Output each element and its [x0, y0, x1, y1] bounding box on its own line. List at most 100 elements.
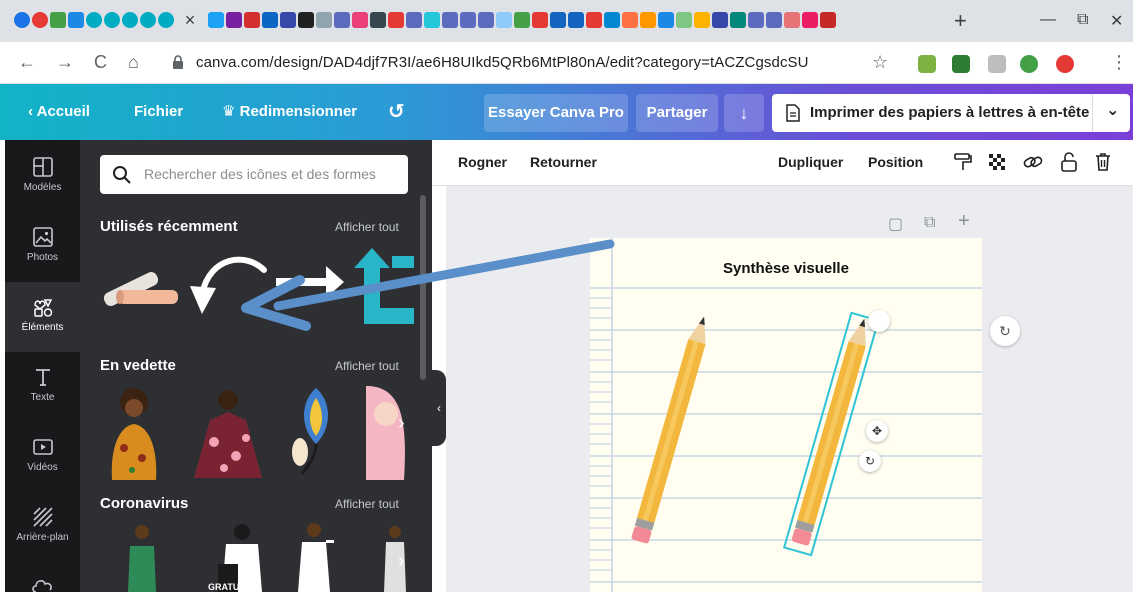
tab-favicon[interactable] — [478, 12, 494, 28]
tab-favicon[interactable] — [658, 12, 674, 28]
tab-favicon[interactable] — [424, 12, 440, 28]
rail-item-elements[interactable]: Éléments — [5, 282, 80, 352]
print-letterhead-button[interactable]: Imprimer des papiers à lettres à en-tête… — [772, 94, 1130, 132]
add-page-icon[interactable]: + — [958, 210, 970, 233]
restore-window-button[interactable]: ⧉ — [1077, 11, 1088, 29]
duplicate-page-icon[interactable]: ⧉ — [924, 214, 935, 232]
new-tab-button[interactable]: + — [954, 8, 967, 34]
tab-favicon[interactable] — [496, 12, 512, 28]
rail-item-background[interactable]: Arrière-plan — [5, 492, 80, 562]
chevron-right-icon[interactable]: › — [398, 412, 405, 435]
show-all-coronavirus-link[interactable]: Afficher tout — [335, 497, 399, 511]
file-menu-button[interactable]: Fichier — [134, 84, 183, 140]
chevron-right-icon[interactable]: › — [398, 550, 405, 573]
show-all-recent-link[interactable]: Afficher tout — [335, 220, 399, 234]
trash-icon[interactable] — [1092, 151, 1114, 173]
collapse-panel-button[interactable]: ‹ — [432, 370, 446, 446]
url-text[interactable]: canva.com/design/DAD4djf7R3I/ae6H8UIkd5Q… — [196, 54, 809, 71]
tab-favicon[interactable] — [316, 12, 332, 28]
tab-favicon[interactable] — [550, 12, 566, 28]
flower-thumbnail[interactable] — [286, 388, 346, 474]
cloud-icon[interactable] — [31, 578, 55, 592]
close-tab-icon[interactable]: × — [182, 11, 198, 29]
tab-favicon[interactable] — [604, 12, 620, 28]
tab-favicon[interactable] — [122, 12, 138, 28]
crop-button[interactable]: Rogner — [458, 154, 507, 170]
home-link[interactable]: ‹ Accueil — [28, 84, 90, 140]
tab-favicon[interactable] — [50, 12, 66, 28]
extension-icon[interactable] — [988, 55, 1006, 73]
tab-favicon[interactable] — [442, 12, 458, 28]
rail-item-photos[interactable]: Photos — [5, 212, 80, 282]
download-button[interactable]: ↓ — [724, 94, 764, 132]
tab-favicon[interactable] — [532, 12, 548, 28]
minimize-window-button[interactable]: — — [1040, 11, 1056, 29]
tab-favicon[interactable] — [226, 12, 242, 28]
tab-favicon[interactable] — [820, 12, 836, 28]
tab-favicon[interactable] — [694, 12, 710, 28]
nurse-thumbnail[interactable] — [124, 524, 160, 592]
duplicate-button[interactable]: Dupliquer — [778, 154, 843, 170]
tab-favicon[interactable] — [406, 12, 422, 28]
tab-favicon[interactable] — [32, 12, 48, 28]
tab-favicon[interactable] — [280, 12, 296, 28]
tab-favicon[interactable] — [748, 12, 764, 28]
search-input[interactable]: Rechercher des icônes et des formes — [100, 155, 408, 194]
close-window-button[interactable]: ✕ — [1110, 11, 1123, 31]
tab-favicon[interactable] — [352, 12, 368, 28]
tab-favicon[interactable] — [370, 12, 386, 28]
page-note-icon[interactable]: ▢ — [888, 214, 903, 234]
extension-icon[interactable] — [918, 55, 936, 73]
tab-favicon[interactable] — [334, 12, 350, 28]
share-button[interactable]: Partager — [636, 94, 718, 132]
home-button[interactable]: ⌂ — [128, 52, 139, 73]
tab-favicon[interactable] — [676, 12, 692, 28]
tab-favicon[interactable] — [298, 12, 314, 28]
pencil-left[interactable] — [626, 310, 716, 554]
rail-item-text[interactable]: Texte — [5, 352, 80, 422]
omnibox[interactable]: canva.com/design/DAD4djf7R3I/ae6H8UIkd5Q… — [160, 48, 900, 78]
bookmark-star-icon[interactable]: ☆ — [872, 52, 888, 73]
floral-person-thumbnail[interactable] — [190, 386, 266, 478]
extension-icon[interactable] — [1056, 55, 1074, 73]
tab-favicon[interactable] — [460, 12, 476, 28]
rail-item-templates[interactable]: Modèles — [5, 142, 80, 212]
resize-button[interactable]: ♛ Redimensionner — [222, 84, 357, 140]
scientist-thumbnail[interactable] — [292, 522, 336, 592]
extension-icon[interactable] — [952, 55, 970, 73]
tab-favicon[interactable] — [208, 12, 224, 28]
resize-handle[interactable] — [868, 310, 890, 332]
tab-favicon[interactable] — [640, 12, 656, 28]
tab-favicon[interactable] — [586, 12, 602, 28]
rail-item-videos[interactable]: Vidéos — [5, 422, 80, 492]
tab-favicon[interactable] — [388, 12, 404, 28]
undo-button[interactable]: ↺ — [388, 84, 405, 140]
design-page[interactable]: Synthèse visuelle — [590, 238, 982, 592]
person-thumbnail[interactable] — [380, 524, 410, 592]
move-icon[interactable]: ✥ — [866, 420, 888, 442]
paint-roller-icon[interactable] — [952, 151, 974, 173]
tab-favicon[interactable] — [784, 12, 800, 28]
tab-favicon[interactable] — [140, 12, 156, 28]
rotate-icon[interactable]: ↻ — [859, 450, 881, 472]
browser-menu-icon[interactable]: ⋮ — [1110, 52, 1128, 73]
tab-favicon[interactable] — [802, 12, 818, 28]
unlock-icon[interactable] — [1058, 151, 1080, 173]
show-all-featured-link[interactable]: Afficher tout — [335, 359, 399, 373]
reload-button[interactable]: C — [94, 52, 107, 73]
position-button[interactable]: Position — [868, 154, 923, 170]
woman-illustration-thumbnail[interactable] — [102, 386, 166, 480]
tab-favicon[interactable] — [244, 12, 260, 28]
chalk-sticks-thumbnail[interactable] — [98, 252, 178, 314]
tab-favicon[interactable] — [86, 12, 102, 28]
tab-favicon[interactable] — [622, 12, 638, 28]
chevron-down-icon[interactable]: ⌄ — [1106, 100, 1119, 120]
tab-favicon[interactable] — [262, 12, 278, 28]
tab-favicon[interactable] — [730, 12, 746, 28]
try-canva-pro-button[interactable]: Essayer Canva Pro — [484, 94, 628, 132]
tab-favicon[interactable] — [766, 12, 782, 28]
back-button[interactable]: ← — [18, 52, 36, 73]
tab-favicon[interactable] — [14, 12, 30, 28]
tab-favicon[interactable] — [68, 12, 84, 28]
link-icon[interactable] — [1022, 151, 1044, 173]
